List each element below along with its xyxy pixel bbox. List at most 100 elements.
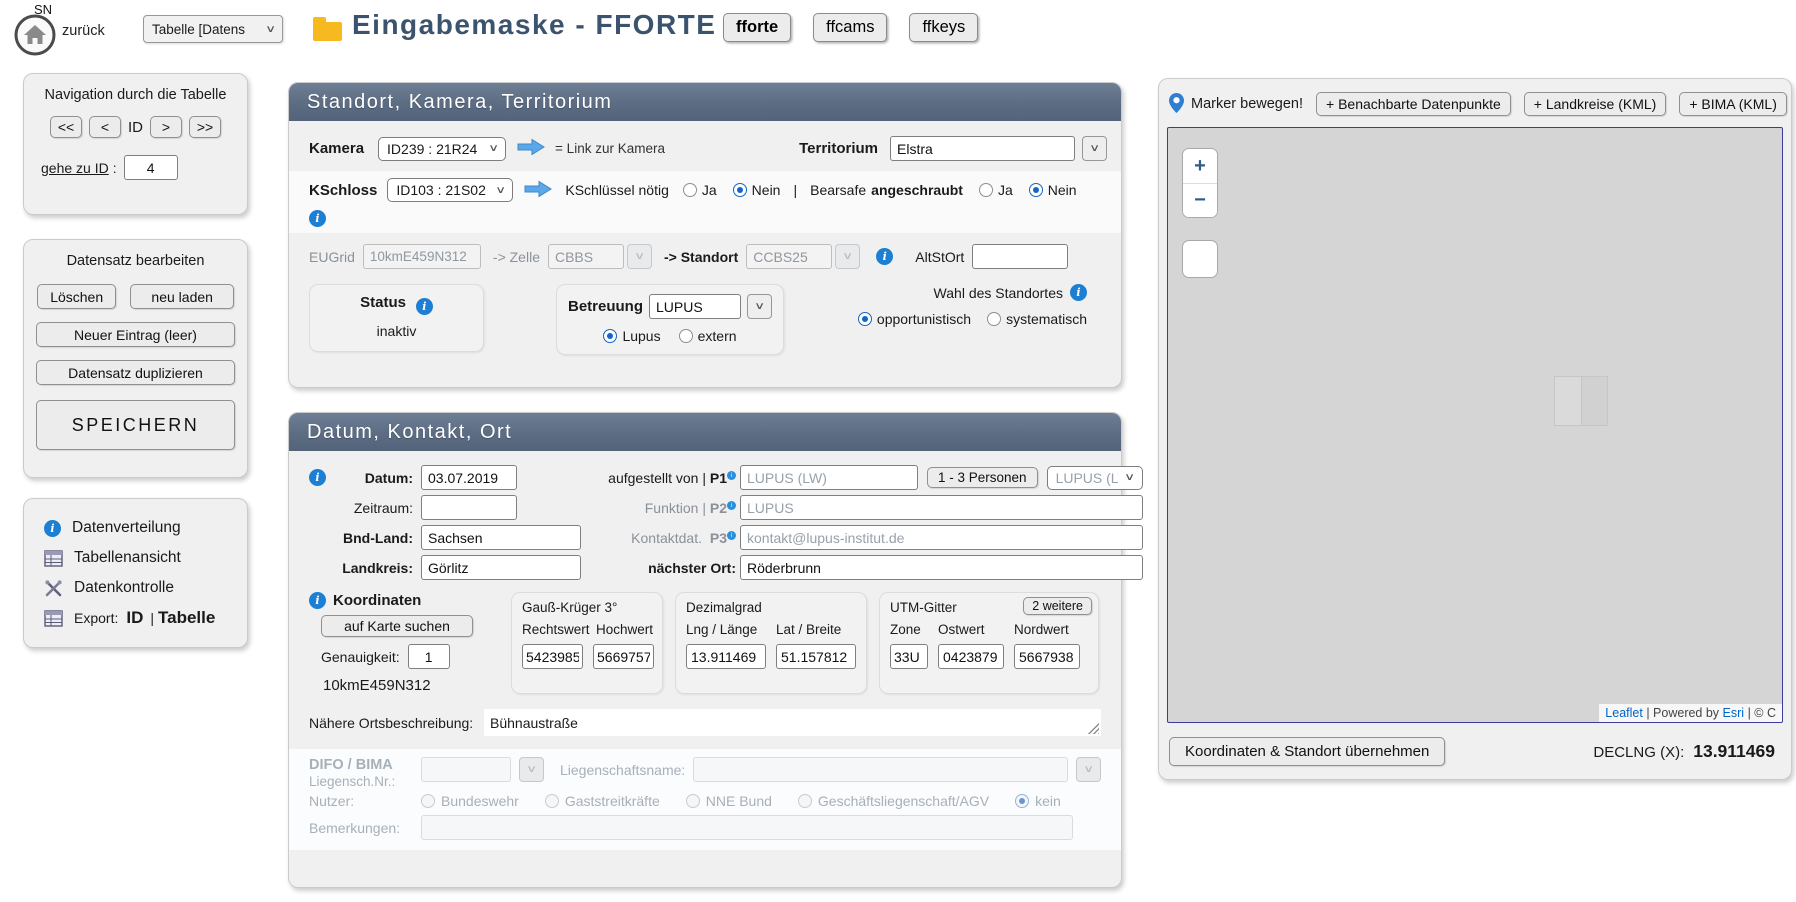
home-icon[interactable] xyxy=(14,14,56,56)
leaflet-link[interactable]: Leaflet xyxy=(1605,706,1643,720)
utm-nordwert-input[interactable] xyxy=(1014,644,1080,669)
personen-button[interactable]: 1 - 3 Personen xyxy=(927,467,1038,488)
difo-label: DIFO / BIMA xyxy=(309,757,421,773)
landkreise-kml-button[interactable]: + Landkreise (KML) xyxy=(1524,92,1667,116)
landkreis-input[interactable] xyxy=(421,555,581,580)
prev-record-button[interactable]: < xyxy=(89,116,121,138)
bearsafe-label: Bearsafe xyxy=(810,182,866,198)
lng-input[interactable] xyxy=(686,644,766,669)
territorium-dropdown-button[interactable]: ∨ xyxy=(1082,136,1107,161)
nearby-datapoints-button[interactable]: + Benachbarte Datenpunkte xyxy=(1316,92,1511,116)
datum-label: Datum: xyxy=(333,470,413,486)
navigation-panel: Navigation durch die Tabelle << < ID > >… xyxy=(23,73,248,215)
altstort-input[interactable] xyxy=(972,244,1068,269)
goto-id-input[interactable] xyxy=(124,155,178,180)
chevron-down-icon: ∨ xyxy=(265,24,276,35)
p1-info-icon[interactable]: i xyxy=(727,471,736,480)
genauigkeit-input[interactable] xyxy=(408,644,450,669)
link-to-kschloss-arrow-icon[interactable] xyxy=(523,180,553,201)
p2-label-text: Funktion xyxy=(645,500,699,516)
apply-coordinates-button[interactable]: Koordinaten & Standort übernehmen xyxy=(1169,737,1445,766)
bearsafe-nein-radio[interactable] xyxy=(1029,183,1043,197)
dezimalgrad-box: Dezimalgrad Lng / Länge Lat / Breite xyxy=(675,592,867,694)
koordinaten-info-icon[interactable]: i xyxy=(309,592,326,609)
first-record-button[interactable]: << xyxy=(50,116,82,138)
utm-zone-input[interactable] xyxy=(890,644,928,669)
map-bottom-row: Koordinaten & Standort übernehmen DECLNG… xyxy=(1169,734,1775,768)
map-layer-button[interactable] xyxy=(1182,240,1218,278)
p3-info-icon[interactable]: i xyxy=(727,531,736,540)
p2-label-sep: | xyxy=(702,500,706,516)
tab-ffcams[interactable]: ffcams xyxy=(813,13,887,42)
hochwert-input[interactable] xyxy=(593,644,654,669)
utm-ostwert-input[interactable] xyxy=(938,644,1004,669)
bearsafe-ja-radio[interactable] xyxy=(979,183,993,197)
save-button[interactable]: SPEICHERN xyxy=(36,400,235,450)
reload-button[interactable]: neu laden xyxy=(130,284,234,309)
nutzer-label: Nutzer: xyxy=(309,793,421,809)
kschloss-band: KSchloss ID103 : 21S02 ∨ KSchlüssel nöti… xyxy=(289,171,1121,233)
wahl-info-icon[interactable]: i xyxy=(1070,284,1087,301)
rechtswert-input[interactable] xyxy=(522,644,583,669)
link-datenkontrolle[interactable]: Datenkontrolle xyxy=(44,573,247,603)
landkreis-label: Landkreis: xyxy=(333,560,413,576)
table-icon xyxy=(44,609,63,628)
p1-input[interactable] xyxy=(740,465,918,490)
standort-info-icon[interactable]: i xyxy=(876,248,893,265)
betreuung-extern-radio[interactable] xyxy=(679,329,693,343)
ortsbeschreibung-textarea[interactable]: Bühnaustraße xyxy=(484,709,1101,736)
record-nav-buttons: << < ID > >> xyxy=(24,116,247,138)
betreuung-lupus-radio[interactable] xyxy=(603,329,617,343)
lat-input[interactable] xyxy=(776,644,856,669)
gk-col2-label: Hochwert xyxy=(596,622,653,637)
kamera-select[interactable]: ID239 : 21R24 ∨ xyxy=(378,137,506,161)
ort-label: nächster Ort: xyxy=(601,560,736,576)
p3-input[interactable] xyxy=(740,525,1143,550)
datum-info-icon[interactable]: i xyxy=(309,469,326,486)
betreuung-input[interactable] xyxy=(649,294,741,319)
bndland-input[interactable] xyxy=(421,525,581,550)
last-record-button[interactable]: >> xyxy=(189,116,221,138)
new-entry-button[interactable]: Neuer Eintrag (leer) xyxy=(36,322,235,347)
zoom-out-button[interactable]: − xyxy=(1183,183,1217,217)
betreuung-dropdown-button[interactable]: ∨ xyxy=(747,294,772,319)
p1-select[interactable]: LUPUS (LW ∨ xyxy=(1047,466,1143,490)
nutzer-nne-bund-radio xyxy=(686,794,700,808)
search-on-map-button[interactable]: auf Karte suchen xyxy=(321,615,473,637)
tab-ffkeys[interactable]: ffkeys xyxy=(909,13,978,42)
p2-input[interactable] xyxy=(740,495,1143,520)
link-to-camera-arrow-icon[interactable] xyxy=(516,138,546,159)
bima-kml-button[interactable]: + BIMA (KML) xyxy=(1679,92,1787,116)
link-datenverteilung[interactable]: i Datenverteilung xyxy=(44,513,247,543)
p2-info-icon[interactable]: i xyxy=(727,501,736,510)
kschloss-info-icon[interactable]: i xyxy=(309,210,326,227)
duplicate-record-button[interactable]: Datensatz duplizieren xyxy=(36,360,235,385)
export-id-link[interactable]: ID xyxy=(126,608,143,628)
kschloss-select[interactable]: ID103 : 21S02 ∨ xyxy=(387,178,513,202)
map-canvas[interactable]: + − Leaflet | Powered by Esri | © C xyxy=(1167,127,1783,723)
zoom-in-button[interactable]: + xyxy=(1183,149,1217,183)
more-coords-button[interactable]: 2 weitere xyxy=(1023,597,1092,615)
territorium-input[interactable] xyxy=(890,136,1075,161)
export-table-link[interactable]: Tabelle xyxy=(158,608,215,628)
esri-link[interactable]: Esri xyxy=(1723,706,1745,720)
ort-input[interactable] xyxy=(740,555,1143,580)
gk-col1-label: Rechtswert xyxy=(522,622,586,637)
kamera-select-value: ID239 : 21R24 xyxy=(387,141,477,157)
datum-input[interactable] xyxy=(421,465,517,490)
goto-id-link[interactable]: gehe zu ID xyxy=(41,160,109,176)
link-tabellenansicht[interactable]: Tabellenansicht xyxy=(44,543,247,573)
next-record-button[interactable]: > xyxy=(150,116,182,138)
zeitraum-input[interactable] xyxy=(421,495,517,520)
kschluessel-nein-radio[interactable] xyxy=(733,183,747,197)
resize-handle[interactable] xyxy=(1087,722,1099,734)
kschluessel-ja-radio[interactable] xyxy=(683,183,697,197)
tab-fforte[interactable]: fforte xyxy=(723,13,791,42)
wahl-systematisch-radio[interactable] xyxy=(987,312,1001,326)
status-info-icon[interactable]: i xyxy=(416,298,433,315)
back-link[interactable]: zurück xyxy=(62,23,105,39)
wahl-opportunistisch-radio[interactable] xyxy=(858,312,872,326)
map-tile-placeholder xyxy=(1554,376,1608,426)
delete-button[interactable]: Löschen xyxy=(37,284,116,309)
table-select[interactable]: Tabelle [Datens ∨ xyxy=(143,15,283,43)
